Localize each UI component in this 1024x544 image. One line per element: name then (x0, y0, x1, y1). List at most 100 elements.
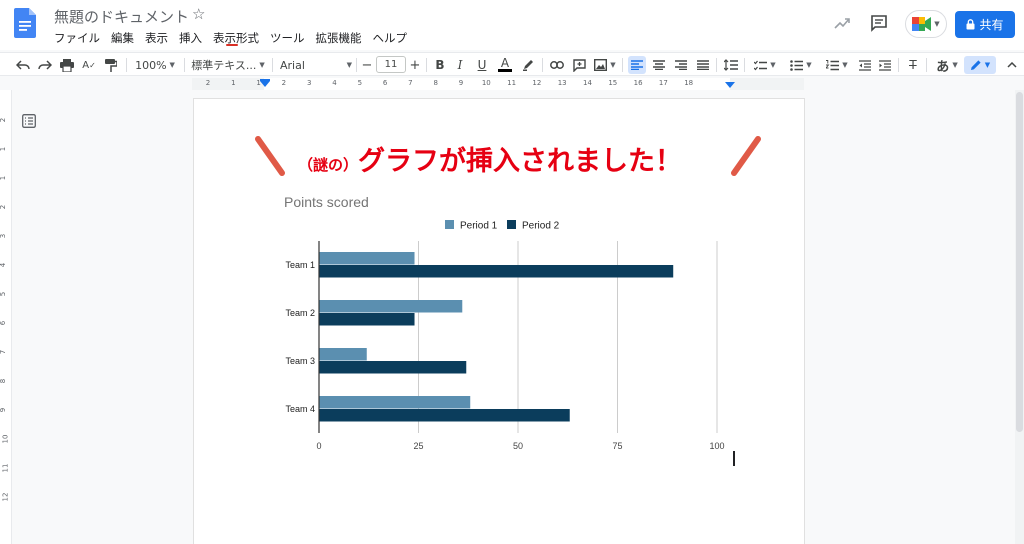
clear-formatting-button[interactable]: T̶ (904, 56, 922, 74)
menu-item[interactable]: 拡張機能 (316, 30, 362, 48)
bar (319, 361, 467, 374)
zoom-select[interactable]: 100% ▼ (132, 56, 178, 74)
bar (319, 300, 463, 313)
numbered-list-icon[interactable]: ▼ (822, 56, 852, 74)
editing-mode-button[interactable]: ▼ (964, 56, 996, 74)
ruler-number: 8 (433, 79, 438, 87)
formatting-toolbar: A ✓ 100% ▼ 標準テキス... ▼ Arial ▼ − 11 + B I U A (0, 52, 1024, 76)
star-icon[interactable]: ☆ (192, 5, 205, 23)
menu-item[interactable]: ヘルプ (373, 30, 408, 48)
vertical-scrollbar[interactable] (1015, 90, 1024, 544)
text-color-swatch (498, 69, 512, 72)
activity-trend-icon[interactable] (834, 16, 850, 30)
collapse-menus-icon[interactable] (1004, 56, 1020, 74)
text-color-button[interactable]: A (496, 56, 514, 74)
decrease-indent-icon[interactable] (856, 56, 874, 74)
x-tick-label: 50 (513, 441, 523, 451)
y-category-label: Team 4 (285, 404, 315, 414)
ruler-number: 13 (557, 79, 567, 87)
font-size-input[interactable]: 11 (376, 56, 406, 73)
line-spacing-icon[interactable] (722, 56, 740, 74)
vertical-ruler-number: 6 (0, 320, 8, 326)
legend-label: Period 2 (522, 221, 560, 232)
ruler-number: 10 (481, 79, 491, 87)
align-left-icon[interactable] (628, 56, 646, 74)
share-button[interactable]: 共有 (955, 11, 1015, 38)
legend-label: Period 1 (460, 221, 498, 232)
chevron-down-icon: ▼ (842, 61, 848, 69)
ruler-number: 7 (408, 79, 413, 87)
scrollbar-thumb[interactable] (1016, 92, 1023, 432)
ruler-number: 1 (231, 79, 236, 87)
docs-logo-icon[interactable] (14, 8, 36, 38)
y-category-label: Team 1 (285, 260, 315, 270)
paragraph-style-select[interactable]: 標準テキス... ▼ (190, 56, 266, 74)
legend-swatch (507, 220, 516, 229)
vertical-ruler-number: 8 (0, 378, 8, 384)
zoom-value: 100% (135, 58, 167, 72)
ruler-number: 4 (332, 79, 337, 87)
bar (319, 265, 674, 278)
ruler-number: 9 (458, 79, 464, 87)
decrease-font-size-button[interactable]: − (360, 56, 374, 74)
link-icon[interactable] (548, 56, 566, 74)
ruler-number: 17 (658, 79, 668, 87)
pencil-icon (970, 60, 981, 70)
document-outline-icon[interactable] (22, 114, 36, 128)
menu-item[interactable]: 編集 (111, 30, 134, 48)
align-justify-icon[interactable] (694, 56, 712, 74)
bulleted-list-icon[interactable]: ▼ (786, 56, 816, 74)
spellcheck-icon[interactable]: A ✓ (80, 56, 98, 74)
title-bar: 無題のドキュメント ☆ ファイル 編集 表示 挿入 表示形式 ツール 拡張機能 ヘルプ ▼ (0, 0, 1024, 50)
text-color-letter: A (500, 56, 510, 70)
print-icon[interactable] (58, 56, 76, 74)
vertical-ruler-number: 2 (0, 204, 8, 210)
chevron-down-icon: ▼ (984, 61, 991, 69)
menu-item[interactable]: ツール (270, 30, 305, 48)
share-label: 共有 (979, 18, 1004, 32)
redo-icon[interactable] (36, 56, 54, 74)
comment-history-icon[interactable] (870, 14, 888, 32)
align-center-icon[interactable] (650, 56, 668, 74)
insert-image-icon[interactable]: ▼ (592, 56, 618, 74)
bold-button[interactable]: B (432, 56, 448, 74)
vertical-ruler-number: 9 (0, 407, 8, 413)
meet-button[interactable]: ▼ (905, 10, 947, 38)
bar (319, 313, 415, 326)
x-tick-label: 100 (709, 441, 724, 451)
document-title[interactable]: 無題のドキュメント (54, 6, 189, 27)
italic-button[interactable]: I (452, 56, 468, 74)
toolbar-divider (542, 58, 543, 72)
menu-item[interactable]: 表示 (145, 30, 168, 48)
input-tools-label: あ (936, 59, 950, 75)
undo-icon[interactable] (14, 56, 32, 74)
ruler-number: 16 (633, 79, 643, 87)
add-comment-icon[interactable] (570, 56, 588, 74)
font-family-select[interactable]: Arial ▼ (278, 56, 354, 74)
highlight-pen-icon[interactable] (520, 56, 536, 74)
toolbar-divider (622, 58, 623, 72)
increase-indent-icon[interactable] (876, 56, 894, 74)
chevron-down-icon: ▼ (952, 61, 958, 69)
ruler-number: 5 (357, 79, 363, 87)
toolbar-divider (272, 58, 273, 72)
toolbar-divider (126, 58, 127, 72)
align-right-icon[interactable] (672, 56, 690, 74)
bar-chart[interactable]: Points scored Period 1 Period 2 0 25 50 75 100 T… (194, 99, 804, 544)
chart-title: Points scored (284, 194, 369, 210)
menu-item[interactable]: 挿入 (179, 30, 202, 48)
google-docs-window: 無題のドキュメント ☆ ファイル 編集 表示 挿入 表示形式 ツール 拡張機能 ヘルプ ▼ (0, 0, 1024, 544)
checklist-icon[interactable]: ▼ (750, 56, 780, 74)
vertical-ruler-number: 7 (0, 349, 8, 355)
increase-font-size-button[interactable]: + (408, 56, 422, 74)
input-tools-button[interactable]: あ ▼ (932, 56, 962, 75)
vertical-ruler-number: 1 (0, 175, 8, 181)
underline-button[interactable]: U (474, 56, 490, 74)
vertical-ruler[interactable]: 2 1 1 2 3 4 5 6 7 8 9 10 11 12 (0, 90, 12, 544)
ruler-number: 11 (507, 79, 517, 87)
document-page[interactable]: （謎の）グラフが挿入されました！ Points scored Period 1 Pe… (194, 99, 804, 544)
chevron-down-icon: ▼ (259, 61, 265, 69)
paint-format-icon[interactable] (102, 56, 120, 74)
y-category-label: Team 3 (285, 356, 315, 366)
menu-item[interactable]: ファイル (54, 30, 100, 48)
